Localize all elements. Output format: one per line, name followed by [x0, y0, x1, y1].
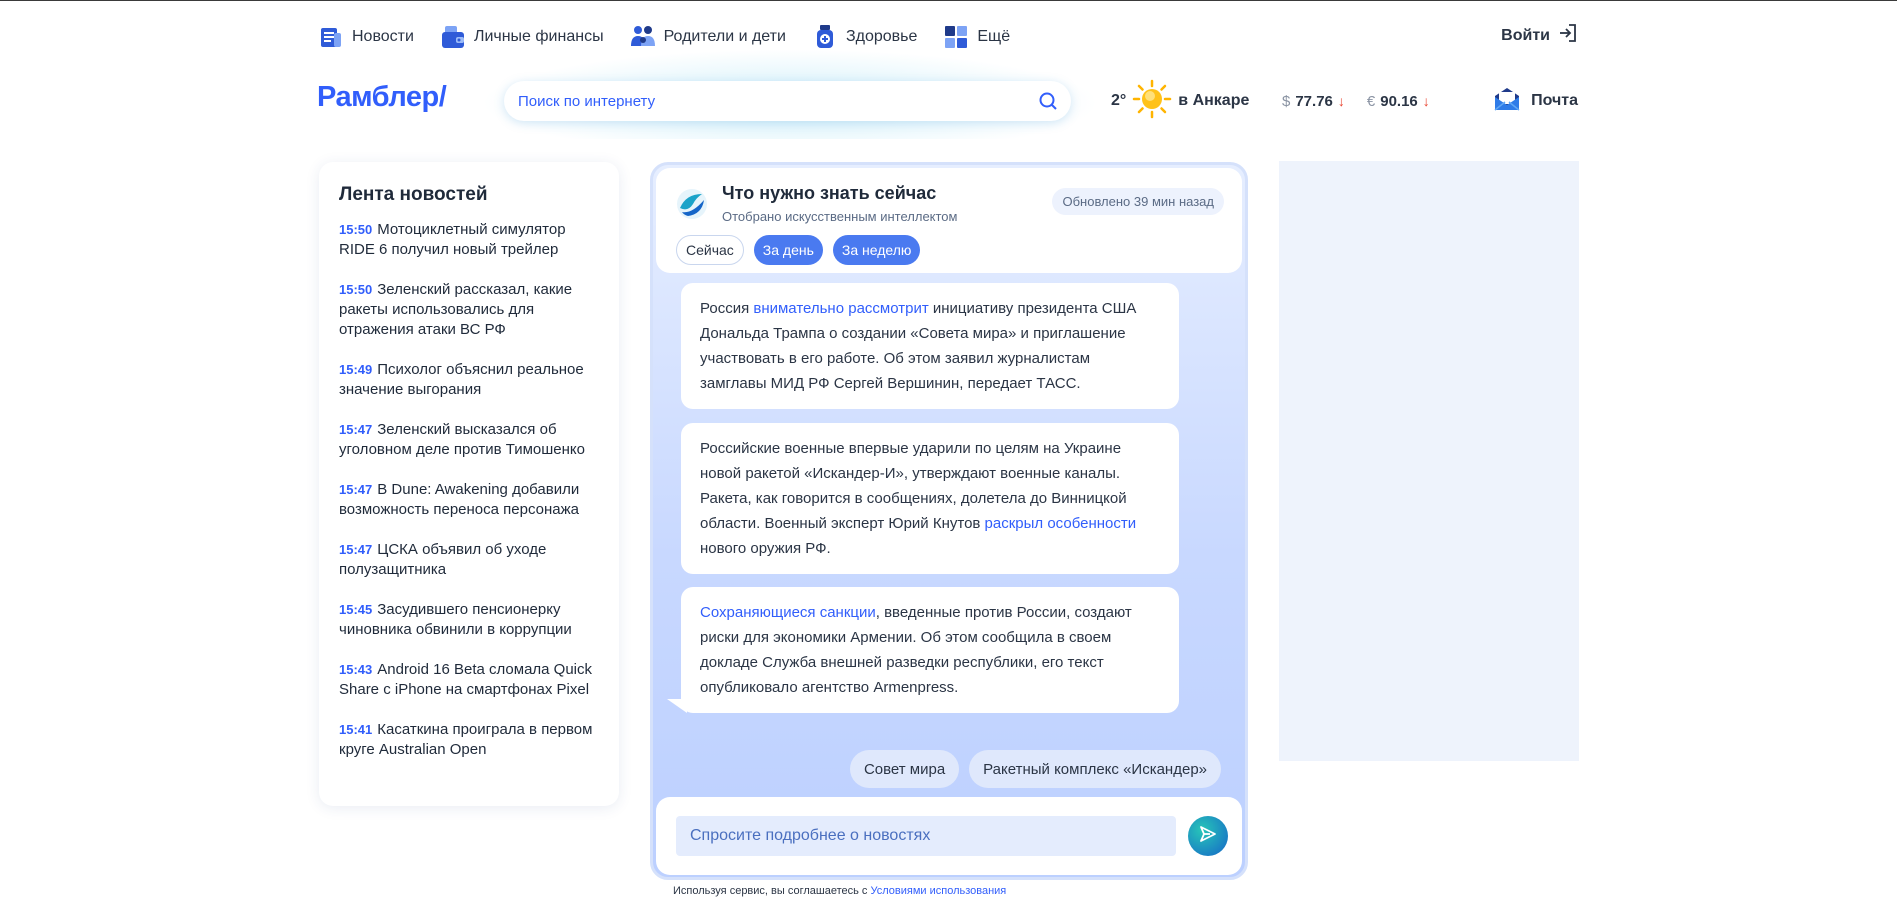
- terms-link[interactable]: Условиями использования: [870, 885, 1006, 897]
- news-time: 15:47: [339, 422, 373, 437]
- tab-day[interactable]: За день: [753, 235, 823, 265]
- topic-chip[interactable]: Совет мира: [849, 750, 960, 788]
- ask-box: [656, 797, 1242, 875]
- send-button[interactable]: [1188, 816, 1228, 856]
- ai-assistant-icon: [676, 188, 708, 220]
- news-feed-item[interactable]: 15:47 Зеленский высказался об уголовном д…: [339, 420, 599, 460]
- currency-value: 90.16: [1380, 92, 1418, 110]
- currency-symbol: €: [1366, 92, 1376, 110]
- ai-message: Россия внимательно рассмотрит инициативу…: [681, 283, 1179, 409]
- ai-digest-header: Что нужно знать сейчас Отобрано искусств…: [656, 168, 1242, 273]
- nav-item-label: Родители и дети: [663, 28, 786, 45]
- nav-item-label: Ещё: [977, 28, 1011, 45]
- news-icon: [318, 24, 344, 50]
- news-headline: Android 16 Beta сломала Quick Share с iP…: [339, 661, 593, 698]
- nav-item-finance[interactable]: Личные финансы: [440, 24, 604, 50]
- news-feed-item[interactable]: 15:41 Касаткина проиграла в первом круге …: [339, 720, 599, 760]
- send-icon: [1198, 824, 1218, 849]
- tab-week[interactable]: За неделю: [832, 235, 921, 265]
- nav-item-label: Здоровье: [845, 28, 918, 45]
- nav-item-parents[interactable]: Родители и дети: [630, 24, 786, 50]
- topic-chip[interactable]: Ракетный комплекс «Искандер»: [969, 750, 1221, 788]
- news-feed: Лента новостей 15:50 Мотоциклетный симуля…: [319, 162, 619, 806]
- login-label: Войти: [1501, 26, 1550, 44]
- message-link[interactable]: раскрыл особенности: [985, 515, 1137, 532]
- terms-text: Используя сервис, вы соглашаетесь с: [673, 885, 871, 897]
- nav-item-label: Личные финансы: [473, 28, 604, 45]
- currency-value: 77.76: [1295, 92, 1333, 110]
- news-time: 15:43: [339, 662, 373, 677]
- currency-rates: $ 77.76 ↓ € 90.16 ↓: [1282, 81, 1430, 121]
- nav-item-health[interactable]: Здоровье: [812, 24, 917, 50]
- message-link[interactable]: Сохраняющиеся санкции: [700, 604, 876, 621]
- period-tabs: Сейчас За день За неделю: [676, 235, 921, 265]
- grid-icon: [943, 24, 969, 50]
- news-time: 15:47: [339, 482, 373, 497]
- news-feed-item[interactable]: 15:47 В Dune: Awakening добавили возможно…: [339, 480, 599, 520]
- family-icon: [630, 24, 656, 50]
- terms-notice: Используя сервис, вы соглашаетесь с Усло…: [673, 885, 1006, 897]
- news-feed-item[interactable]: 15:43 Android 16 Beta сломала Quick Share…: [339, 660, 599, 700]
- news-time: 15:49: [339, 362, 373, 377]
- news-headline: Касаткина проиграла в первом круге Austr…: [339, 721, 593, 758]
- nav-item-label: Новости: [352, 28, 414, 45]
- ask-input[interactable]: [676, 816, 1176, 856]
- news-time: 15:50: [339, 282, 373, 297]
- message-link[interactable]: внимательно рассмотрит: [753, 300, 928, 317]
- news-headline: Зеленский рассказал, какие ракеты исполь…: [339, 281, 573, 338]
- message-text: Россия: [700, 300, 754, 317]
- news-feed-item[interactable]: 15:47 ЦСКА объявил об уходе полузащитника: [339, 540, 599, 580]
- currency-symbol: $: [1282, 92, 1291, 110]
- mail-icon: [1493, 85, 1521, 118]
- rambler-logo[interactable]: Рамблер/: [317, 81, 447, 114]
- wallet-icon: [440, 24, 466, 50]
- news-feed-item[interactable]: 15:45 Засудившего пенсионерку чиновника о…: [339, 600, 599, 640]
- news-time: 15:41: [339, 722, 373, 737]
- bubble-tail: [667, 699, 687, 713]
- news-feed-item[interactable]: 15:50 Мотоциклетный симулятор RIDE 6 полу…: [339, 220, 599, 260]
- news-headline: В Dune: Awakening добавили возможность п…: [339, 481, 580, 518]
- ai-digest-panel: Что нужно знать сейчас Отобрано искусств…: [650, 162, 1248, 880]
- news-time: 15:47: [339, 542, 373, 557]
- news-headline: Зеленский высказался об уголовном деле п…: [339, 421, 585, 458]
- message-text: нового оружия РФ.: [700, 540, 831, 557]
- arrow-down-icon: ↓: [1337, 93, 1345, 109]
- mail-label: Почта: [1531, 92, 1578, 109]
- search-icon[interactable]: [1035, 88, 1061, 114]
- weather-city: в Анкаре: [1178, 92, 1250, 109]
- news-time: 15:45: [339, 602, 373, 617]
- news-headline: Мотоциклетный симулятор RIDE 6 получил н…: [339, 221, 566, 258]
- news-time: 15:50: [339, 222, 373, 237]
- sun-icon: [1132, 79, 1172, 124]
- weather-widget[interactable]: 2° в Анкаре: [1111, 79, 1250, 124]
- news-feed-title: Лента новостей: [339, 184, 488, 205]
- news-feed-item[interactable]: 15:50 Зеленский рассказал, какие ракеты и…: [339, 280, 599, 340]
- news-headline: Психолог объяснил реальное значение выго…: [339, 361, 584, 398]
- weather-temp: 2°: [1111, 92, 1127, 109]
- rate-eur[interactable]: € 90.16 ↓: [1367, 93, 1430, 110]
- search-bar: [504, 80, 1071, 122]
- ai-message: Сохраняющиеся санкции, введенные против …: [681, 587, 1179, 713]
- ai-digest-title: Что нужно знать сейчас: [722, 183, 937, 203]
- ad-placeholder: [1279, 161, 1579, 761]
- nav-item-news[interactable]: Новости: [318, 24, 414, 50]
- mail-link[interactable]: Почта: [1493, 81, 1578, 121]
- ai-message: Российские военные впервые ударили по це…: [681, 423, 1179, 574]
- search-input[interactable]: [504, 80, 1035, 122]
- news-headline: Засудившего пенсионерку чиновника обвини…: [339, 601, 572, 638]
- topic-chips: Совет мира Ракетный комплекс «Искандер»: [849, 750, 1221, 788]
- updated-badge: Обновлено 39 мин назад: [1052, 188, 1224, 215]
- medicine-icon: [812, 24, 838, 50]
- ai-digest-subtitle: Отобрано искусственным интеллектом: [722, 209, 958, 224]
- login-icon: [1558, 23, 1578, 48]
- login-button[interactable]: Войти: [1501, 23, 1578, 48]
- tab-now[interactable]: Сейчас: [676, 235, 744, 265]
- arrow-down-icon: ↓: [1422, 93, 1430, 109]
- news-feed-item[interactable]: 15:49 Психолог объяснил реальное значение…: [339, 360, 599, 400]
- rate-usd[interactable]: $ 77.76 ↓: [1282, 93, 1345, 110]
- nav-item-more[interactable]: Ещё: [943, 24, 1010, 50]
